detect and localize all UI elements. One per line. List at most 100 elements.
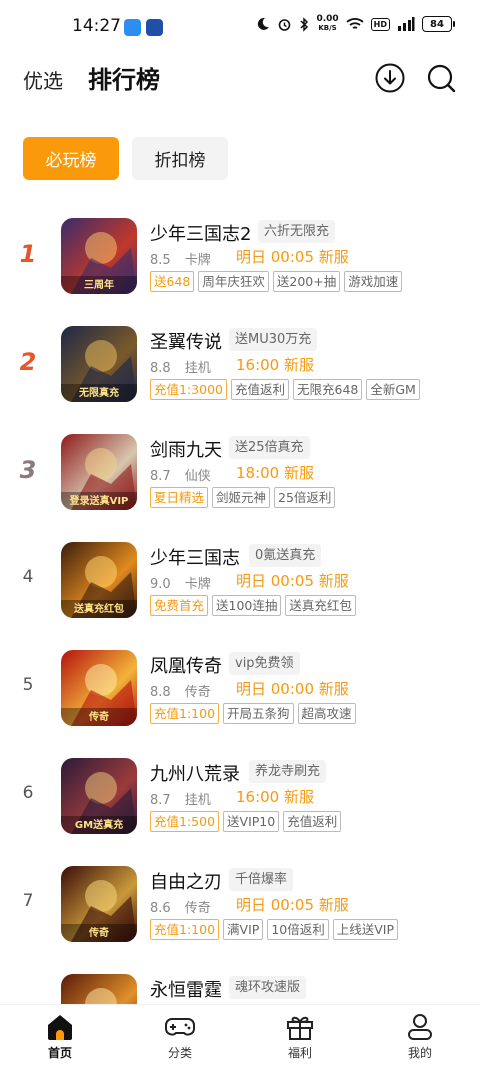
game-tag: 剑姬元神 xyxy=(212,487,271,508)
game-name[interactable]: 少年三国志 xyxy=(150,544,240,570)
server-open-time: 明日 00:05 新服 xyxy=(236,572,349,590)
game-row[interactable]: 7 传奇 自由之刃 千倍爆率 8.6 传奇 明日 00:05 新服 充值1:100 满VIP 10… xyxy=(0,863,480,953)
net-speed: 0.00 KB/S xyxy=(316,15,338,33)
game-name[interactable]: 九州八荒录 xyxy=(150,760,240,786)
game-promo-badge: 送MU30万充 xyxy=(229,328,318,351)
game-row[interactable]: 6 GM送真充 九州八荒录 养龙寺刷充 8.7 挂机 16:00 新服 充值1:500 送VIP… xyxy=(0,755,480,845)
game-tag: 满VIP xyxy=(223,919,264,940)
game-category: 传奇 xyxy=(184,685,211,700)
game-icon[interactable]: 三周年 xyxy=(61,218,137,294)
download-icon[interactable] xyxy=(374,62,406,94)
game-icon[interactable]: 无限真充 xyxy=(61,326,137,402)
game-tag: 送真充红包 xyxy=(285,595,356,616)
tab-ranking[interactable]: 排行榜 xyxy=(88,60,160,95)
game-name[interactable]: 圣翼传说 xyxy=(150,328,222,354)
server-open-time: 16:00 新服 xyxy=(236,356,314,374)
game-name[interactable]: 永恒雷霆 xyxy=(150,976,222,1002)
game-tag: 夏日精选 xyxy=(150,487,209,508)
game-score: 8.7 xyxy=(150,793,171,808)
game-score: 8.6 xyxy=(150,901,171,916)
game-tag: 充值1:100 xyxy=(150,919,220,940)
game-icon-caption: 送真充红包 xyxy=(74,604,124,615)
game-tag: 送648 xyxy=(150,271,195,292)
game-row[interactable]: 5 传奇 凤凰传奇 vip免费领 8.8 传奇 明日 00:00 新服 充值1:100 开局五条… xyxy=(0,647,480,737)
gift-icon xyxy=(287,1016,313,1040)
game-name[interactable]: 少年三国志2 xyxy=(150,220,251,246)
game-row[interactable]: 2 无限真充 圣翼传说 送MU30万充 8.8 挂机 16:00 新服 充值1:3000 充值返… xyxy=(0,323,480,413)
game-icon[interactable]: 送真充红包 xyxy=(61,542,137,618)
game-icon-caption: GM送真充 xyxy=(74,820,124,831)
nav-profile-label: 我的 xyxy=(407,1046,432,1060)
game-icon[interactable]: GM送真充 xyxy=(61,758,137,834)
game-tag: 送200+抽 xyxy=(272,271,341,292)
game-score: 8.7 xyxy=(150,469,171,484)
game-name[interactable]: 自由之刃 xyxy=(150,868,222,894)
game-icon-caption: 登录送真VIP xyxy=(69,496,129,507)
game-promo-badge: 魂环攻速版 xyxy=(229,976,307,999)
segment-must-play[interactable]: 必玩榜 xyxy=(23,137,119,180)
server-open-time: 明日 00:00 新服 xyxy=(236,680,349,698)
net-speed-unit: KB/S xyxy=(318,24,337,32)
game-meta: 9.0 卡牌 xyxy=(150,573,211,592)
game-tags: 充值1:100 开局五条狗 超高攻速 xyxy=(150,703,356,724)
server-open-time: 明日 00:05 新服 xyxy=(236,248,349,266)
nav-home-label: 首页 xyxy=(47,1046,72,1060)
server-open-time: 18:00 新服 xyxy=(236,464,314,482)
nav-home[interactable]: 首页 xyxy=(20,1013,100,1061)
game-promo-badge: vip免费领 xyxy=(229,652,300,675)
game-tag: 游戏加速 xyxy=(344,271,403,292)
game-tags: 充值1:3000 充值返利 无限充648 全新GM xyxy=(150,379,420,400)
game-name[interactable]: 剑雨九天 xyxy=(150,436,222,462)
game-row[interactable]: 3 登录送真VIP 剑雨九天 送25倍真充 8.7 仙侠 18:00 新服 夏日精选 剑姬元神 2… xyxy=(0,431,480,521)
game-tag: 无限充648 xyxy=(293,379,363,400)
gamepad-icon xyxy=(165,1018,195,1036)
top-header: 优选 排行榜 xyxy=(0,56,480,102)
nav-category-label: 分类 xyxy=(167,1046,192,1060)
bottom-navigation: 首页 分类 福利 我的 xyxy=(0,1004,480,1072)
nav-category[interactable]: 分类 xyxy=(140,1013,220,1061)
game-icon[interactable]: 传奇 xyxy=(61,866,137,942)
tab-featured[interactable]: 优选 xyxy=(23,65,63,94)
game-score: 8.8 xyxy=(150,361,171,376)
game-category: 仙侠 xyxy=(184,469,211,484)
rank-number: 5 xyxy=(22,675,34,695)
game-promo-badge: 六折无限充 xyxy=(258,220,336,243)
moon-icon xyxy=(258,17,270,30)
nav-welfare[interactable]: 福利 xyxy=(260,1013,340,1061)
game-tag: 25倍返利 xyxy=(274,487,336,508)
wallet-app-icon xyxy=(146,19,163,36)
game-tag: 充值返利 xyxy=(230,379,289,400)
game-tags: 夏日精选 剑姬元神 25倍返利 xyxy=(150,487,336,508)
net-speed-value: 0.00 xyxy=(316,14,339,24)
game-row[interactable]: 4 送真充红包 少年三国志 0氪送真充 9.0 卡牌 明日 00:05 新服 免费首充 送100… xyxy=(0,539,480,629)
status-time: 14:27 xyxy=(72,16,121,36)
game-category: 传奇 xyxy=(184,901,211,916)
game-tags: 充值1:100 满VIP 10倍返利 上线送VIP xyxy=(150,919,398,940)
rank-number: 3 xyxy=(19,456,37,484)
segment-discount[interactable]: 折扣榜 xyxy=(132,137,228,180)
game-meta: 8.8 传奇 xyxy=(150,681,211,700)
game-row[interactable]: 1 三周年 少年三国志2 六折无限充 8.5 卡牌 明日 00:05 新服送648 周年庆狂欢… xyxy=(0,215,480,305)
nav-profile[interactable]: 我的 xyxy=(380,1013,460,1061)
game-meta: 8.7 挂机 xyxy=(150,789,211,808)
alarm-icon xyxy=(279,18,291,31)
game-tag: 开局五条狗 xyxy=(223,703,294,724)
rank-number: 1 xyxy=(19,240,37,268)
game-name[interactable]: 凤凰传奇 xyxy=(150,652,222,678)
game-tags: 充值1:500 送VIP10 充值返利 xyxy=(150,811,342,832)
game-meta: 8.5 卡牌 xyxy=(150,249,211,268)
wifi-icon xyxy=(346,18,364,29)
game-category: 挂机 xyxy=(184,361,211,376)
rank-number: 2 xyxy=(19,348,37,376)
game-tags: 送648 周年庆狂欢 送200+抽 游戏加速 xyxy=(150,271,403,292)
search-icon[interactable] xyxy=(425,62,457,94)
game-icon[interactable]: 传奇 xyxy=(61,650,137,726)
home-icon xyxy=(48,1015,72,1040)
signal-icon xyxy=(398,17,415,31)
game-icon[interactable]: 登录送真VIP xyxy=(61,434,137,510)
game-tag: 充值1:100 xyxy=(150,703,220,724)
game-icon-caption: 传奇 xyxy=(89,928,109,939)
game-promo-badge: 0氪送真充 xyxy=(249,544,322,567)
game-tag: 充值1:3000 xyxy=(150,379,227,400)
game-tag: 充值1:500 xyxy=(150,811,220,832)
